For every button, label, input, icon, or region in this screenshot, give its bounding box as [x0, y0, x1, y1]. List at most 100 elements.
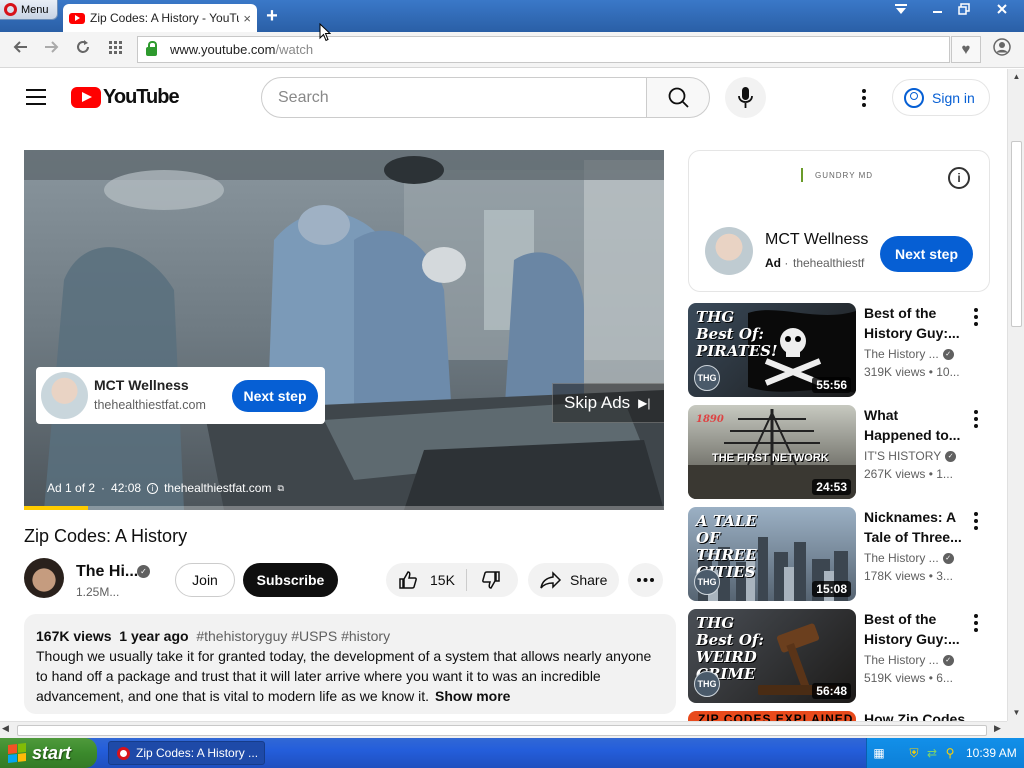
ad-domain[interactable]: thehealthiestfat.com — [164, 481, 271, 495]
share-button[interactable]: Share — [528, 563, 619, 597]
player-progress-bar[interactable] — [24, 506, 664, 510]
voice-search-mic-icon[interactable] — [725, 77, 766, 118]
youtube-wordmark: YouTube — [103, 86, 180, 108]
ad-card-next-step-button[interactable]: Next step — [232, 380, 318, 412]
search-button[interactable] — [646, 77, 710, 118]
keyboard-icon[interactable]: ▦ — [872, 746, 886, 760]
video-menu-kebab-icon[interactable] — [969, 613, 983, 633]
thumbnail-caption: THG Best Of: PIRATES! — [696, 308, 778, 360]
mouse-cursor-icon — [319, 23, 331, 42]
like-button[interactable]: 15K — [386, 563, 466, 597]
taskbar-window-button[interactable]: Zip Codes: A History ... — [108, 741, 265, 765]
ad-card-site: thehealthiestfat.com — [94, 398, 206, 412]
search-tray-icon[interactable]: ⚲ — [943, 746, 957, 760]
more-actions-icon[interactable] — [628, 563, 663, 597]
channel-avatar[interactable] — [24, 558, 64, 598]
account-circle-icon — [904, 87, 924, 108]
hashtags[interactable]: #thehistoryguy #USPS #history — [196, 628, 390, 644]
opera-logo-icon — [117, 746, 130, 760]
ad-info-icon[interactable]: i — [948, 167, 970, 189]
speed-dial-grid-icon[interactable] — [104, 38, 128, 62]
reload-icon[interactable] — [71, 38, 95, 62]
channel-name: IT'S HISTORY ✓ — [864, 449, 957, 463]
guide-menu-icon[interactable] — [26, 89, 46, 105]
recommended-video[interactable]: ZIP CODES EXPLAINED How Zip Codes — [688, 711, 998, 721]
video-menu-kebab-icon[interactable] — [969, 307, 983, 327]
scroll-up-arrow-icon[interactable]: ▲ — [1009, 69, 1024, 84]
settings-kebab-icon[interactable] — [856, 88, 872, 108]
restore-button[interactable] — [953, 2, 975, 20]
youtube-logo[interactable]: YouTube — [71, 86, 180, 109]
sidebar-ad-card[interactable]: GUNDRY MD i MCT Wellness Ad · thehealthi… — [688, 150, 990, 292]
search-input[interactable]: Search — [261, 77, 647, 118]
lock-icon — [146, 41, 157, 56]
sign-in-button[interactable]: Sign in — [892, 79, 990, 116]
description-box[interactable]: 167K views 1 year ago #thehistoryguy #US… — [24, 614, 676, 714]
scroll-left-arrow-icon[interactable]: ◀ — [2, 723, 9, 734]
recommended-video[interactable]: A TALE OF THREE CITIES THG 15:08 Nicknam… — [688, 507, 998, 603]
back-arrow-icon[interactable] — [9, 38, 33, 62]
start-button[interactable]: start — [0, 738, 97, 768]
forward-arrow-icon[interactable] — [39, 38, 63, 62]
advertiser-avatar — [41, 372, 88, 419]
join-button[interactable]: Join — [175, 563, 235, 597]
tab-title: Zip Codes: A History - YouTu — [90, 11, 240, 25]
bookmark-heart-icon[interactable]: ♥ — [951, 36, 981, 63]
scroll-right-arrow-icon[interactable]: ▶ — [994, 723, 1001, 734]
verified-check-icon: ✓ — [942, 552, 954, 564]
video-menu-kebab-icon[interactable] — [969, 409, 983, 429]
video-thumbnail: THG Best Of: WEIRD CRIME THG 56:48 — [688, 609, 856, 703]
new-tab-button[interactable]: + — [262, 5, 282, 27]
sidebar-ad-next-step-button[interactable]: Next step — [880, 236, 973, 272]
recommended-video[interactable]: 1890 THE FIRST NETWORK 24:53 What Happene… — [688, 405, 998, 501]
channel-name: The History ... ✓ — [864, 347, 954, 361]
dislike-button[interactable] — [470, 563, 516, 597]
external-link-icon: ⧉ — [277, 482, 284, 493]
subscribe-button[interactable]: Subscribe — [243, 563, 338, 597]
in-player-ad-card[interactable]: MCT Wellness thehealthiestfat.com Next s… — [36, 367, 325, 424]
tab-close-button[interactable]: × — [243, 11, 251, 26]
video-thumbnail: A TALE OF THREE CITIES THG 15:08 — [688, 507, 856, 601]
network-icon[interactable]: ⇄ — [925, 746, 939, 760]
view-count: 167K views — [36, 628, 112, 644]
ad-info-icon[interactable]: i — [147, 482, 159, 494]
video-title: Nicknames: A Tale of Three... — [864, 509, 962, 545]
show-more-button[interactable]: Show more — [435, 688, 510, 704]
vertical-scrollbar[interactable]: ▲ ▼ — [1007, 69, 1024, 721]
profile-icon[interactable] — [990, 38, 1014, 62]
taskbar-clock: 10:39 AM — [966, 746, 1017, 760]
minimize-button[interactable] — [927, 2, 949, 20]
channel-name: The History ... ✓ — [864, 653, 954, 667]
close-window-button[interactable] — [985, 2, 1019, 20]
skip-ads-label: Skip Ads — [564, 393, 631, 412]
video-menu-kebab-icon[interactable] — [969, 511, 983, 531]
video-title: Best of the History Guy:... — [864, 305, 960, 341]
scrollbar-thumb[interactable] — [17, 725, 987, 736]
shield-icon[interactable]: ⛨ — [907, 746, 921, 760]
channel-logo-icon: THG — [694, 569, 720, 595]
scrollbar-corner — [1007, 721, 1024, 738]
scrollbar-thumb[interactable] — [1011, 141, 1022, 327]
opera-menu-button[interactable]: Menu — [0, 0, 58, 20]
ad-position: Ad 1 of 2 — [47, 481, 96, 495]
browser-tab[interactable]: Zip Codes: A History - YouTu × — [63, 4, 257, 32]
skip-ads-button[interactable]: Skip Ads ▶| — [552, 383, 664, 423]
scroll-down-arrow-icon[interactable]: ▼ — [1009, 705, 1024, 720]
view-count: 267K views • 1... — [864, 467, 953, 481]
tab-menu-icon[interactable] — [890, 2, 912, 20]
channel-name[interactable]: The Hi... — [76, 563, 138, 581]
channel-name: The History ... ✓ — [864, 551, 954, 565]
start-label: start — [32, 742, 72, 763]
horizontal-scrollbar[interactable]: ◀ ▶ — [0, 721, 1007, 738]
player-progress-fill — [24, 506, 88, 510]
youtube-favicon-icon — [69, 12, 85, 24]
recommended-video[interactable]: THG Best Of: PIRATES! THG 55:56 Best of … — [688, 303, 998, 399]
video-thumbnail: 1890 THE FIRST NETWORK 24:53 — [688, 405, 856, 499]
thumbs-up-icon — [399, 571, 417, 589]
video-thumbnail: ZIP CODES EXPLAINED — [688, 711, 856, 721]
address-bar[interactable]: www.youtube.com/watch — [137, 36, 950, 63]
recommended-video[interactable]: THG Best Of: WEIRD CRIME THG 56:48 Best … — [688, 609, 998, 705]
video-player[interactable] — [24, 150, 664, 510]
video-title: Zip Codes: A History — [24, 526, 188, 546]
ad-brand-name: GUNDRY MD — [815, 170, 874, 180]
